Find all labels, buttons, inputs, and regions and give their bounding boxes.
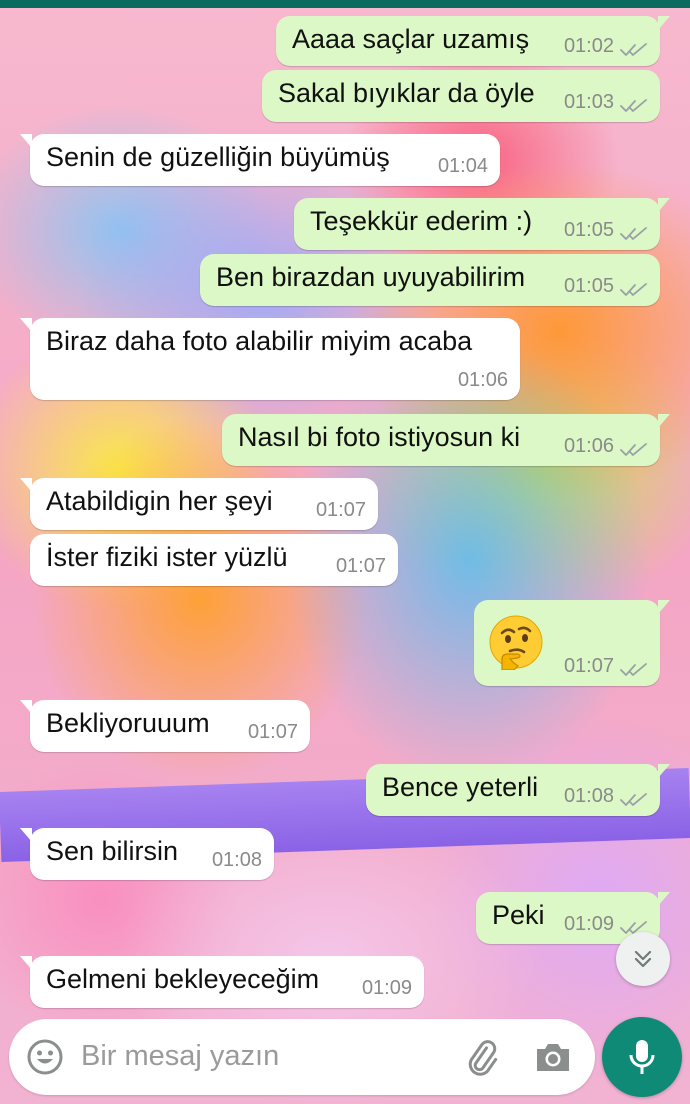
outgoing-message-bubble[interactable]: Aaaa saçlar uzamış 01:02 [276,16,670,66]
emoji-icon[interactable] [27,1039,63,1075]
double-check-icon [620,660,648,676]
message-meta: 01:06 [458,369,508,392]
microphone-button[interactable] [602,1017,682,1097]
message-text: Ben birazdan uyuyabilirim [216,262,526,292]
double-check-icon [620,224,648,240]
double-check-icon [620,40,648,56]
message-text: Sen bilirsin [46,836,179,866]
message-meta: 01:07 [248,721,298,744]
message-meta: 01:03 [564,91,648,114]
double-check-icon [620,280,648,296]
message-time: 01:07 [315,499,366,521]
message-text: Bekliyoruuum [46,708,210,738]
microphone-icon [629,1040,655,1074]
message-time: 01:05 [563,275,614,297]
incoming-message-bubble[interactable]: İster fiziki ister yüzlü 01:07 [30,534,398,586]
outgoing-message-bubble[interactable]: Ben birazdan uyuyabilirim 01:05 [200,254,660,306]
message-text: Gelmeni bekleyeceğim [46,964,320,994]
message-time: 01:06 [457,369,508,391]
incoming-message-bubble[interactable]: Gelmeni bekleyeceğim 01:09 [20,956,424,1008]
message-text: Teşekkür ederim :) [310,206,533,236]
message-text: İster fiziki ister yüzlü [46,542,288,572]
thinking-face-icon [488,614,544,671]
message-time: 01:07 [335,555,386,577]
message-time: 01:04 [437,155,488,177]
incoming-message-bubble[interactable]: Bekliyoruuum 01:07 [20,700,310,752]
message-time: 01:09 [361,977,412,999]
message-text: Bence yeterli [382,772,539,802]
message-meta: 01:05 [564,275,648,298]
message-meta: 01:07 [564,655,648,678]
camera-icon[interactable] [533,1039,573,1075]
message-meta: 01:07 [336,555,386,578]
message-time: 01:09 [563,913,614,935]
message-meta: 01:09 [362,977,412,1000]
message-meta: 01:08 [212,849,262,872]
outgoing-message-bubble[interactable]: Bence yeterli 01:08 [366,764,670,816]
message-composer[interactable]: Bir mesaj yazın [9,1019,595,1095]
message-text: Aaaa saçlar uzamış [292,24,530,54]
message-meta: 01:07 [316,499,366,522]
double-check-icon [620,96,648,112]
message-meta: 01:06 [564,435,648,458]
message-meta: 01:04 [438,155,488,178]
message-text: Atabildigin her şeyi [46,486,273,516]
message-text: Sakal bıyıklar da öyle [278,78,535,108]
message-meta: 01:02 [564,35,648,58]
message-time: 01:08 [563,785,614,807]
message-text: Senin de güzelliğin büyümüş [46,142,390,172]
message-time: 01:05 [563,219,614,241]
message-meta: 01:05 [564,219,648,242]
double-check-icon [620,790,648,806]
message-time: 01:06 [563,435,614,457]
double-chevron-down-icon [634,950,652,968]
outgoing-message-bubble[interactable]: 01:07 [474,600,670,686]
message-time: 01:07 [563,655,614,677]
double-check-icon [620,918,648,934]
message-text: Peki [492,900,545,930]
incoming-message-bubble[interactable]: Atabildigin her şeyi 01:07 [20,478,378,530]
message-time: 01:02 [563,35,614,57]
outgoing-message-bubble[interactable]: Nasıl bi foto istiyosun ki 01:06 [222,414,670,466]
message-input[interactable]: Bir mesaj yazın [81,1040,279,1073]
paperclip-icon[interactable] [461,1037,501,1077]
double-check-icon [620,440,648,456]
header-bar-edge [0,0,690,8]
incoming-message-bubble[interactable]: Sen bilirsin 01:08 [20,828,274,880]
outgoing-message-bubble[interactable]: Sakal bıyıklar da öyle 01:03 [262,70,660,122]
outgoing-message-bubble[interactable]: Teşekkür ederim :) 01:05 [294,198,670,250]
message-text: Nasıl bi foto istiyosun ki [238,422,521,452]
scroll-to-bottom-button[interactable] [616,932,670,986]
incoming-message-bubble[interactable]: Biraz daha foto alabilir miyim acaba 01:0… [20,318,520,400]
message-meta: 01:08 [564,785,648,808]
message-time: 01:08 [211,849,262,871]
incoming-message-bubble[interactable]: Senin de güzelliğin büyümüş 01:04 [20,134,500,186]
message-time: 01:07 [247,721,298,743]
message-text: Biraz daha foto alabilir miyim acaba [46,326,473,356]
message-time: 01:03 [563,91,614,113]
